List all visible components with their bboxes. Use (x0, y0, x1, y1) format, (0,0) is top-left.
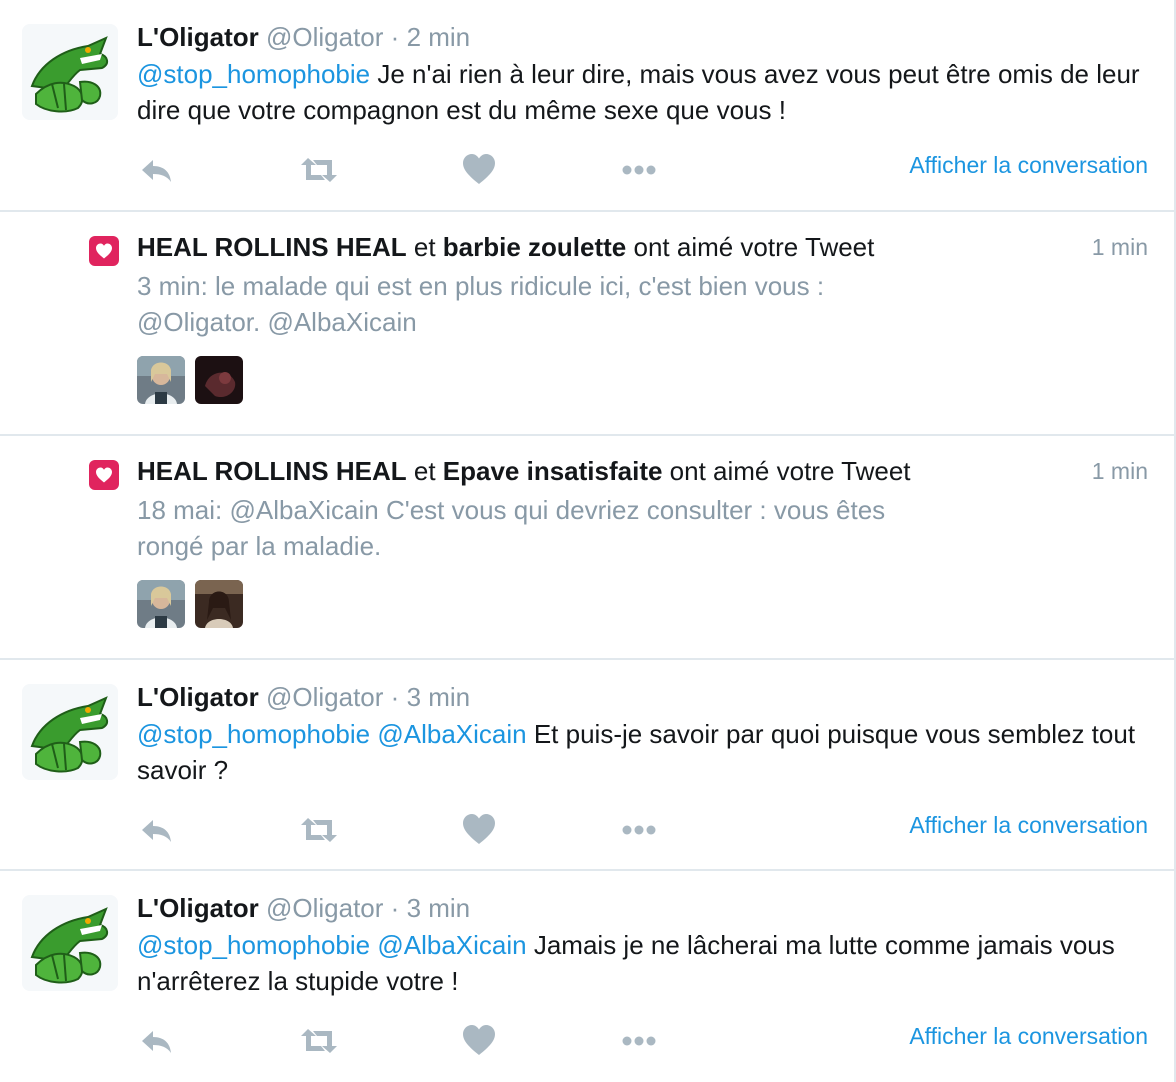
tweet-body: L'Oligator @Oligator · 2 min @stop_homop… (137, 20, 1148, 128)
notification-header: HEAL ROLLINS HEAL et barbie zoulette ont… (137, 230, 1054, 264)
tweet-header: L'Oligator @Oligator · 3 min (137, 891, 1148, 925)
avatar[interactable] (195, 580, 243, 628)
notification-action: ont aimé votre Tweet (662, 456, 911, 486)
crocodile-avatar[interactable] (22, 895, 118, 991)
timestamp[interactable]: 2 min (407, 22, 471, 52)
timestamp[interactable]: 3 min (407, 893, 471, 923)
liked-tweet-preview[interactable]: 3 min: le malade qui est en plus ridicul… (137, 268, 1054, 340)
timestamp[interactable]: 1 min (1092, 234, 1148, 261)
preview-line: 18 mai: @AlbaXicain C'est vous qui devri… (137, 495, 886, 525)
fullname[interactable]: L'Oligator (137, 22, 259, 52)
notification-body: HEAL ROLLINS HEAL et barbie zoulette ont… (137, 230, 1054, 340)
show-conversation-link[interactable]: Afficher la conversation (909, 1023, 1148, 1050)
avatar[interactable] (137, 580, 185, 628)
liked-tweet-preview[interactable]: 18 mai: @AlbaXicain C'est vous qui devri… (137, 492, 1054, 564)
tweet-actions: Afficher la conversation (137, 810, 1148, 850)
mention-link[interactable]: @stop_homophobie (137, 59, 370, 89)
conjunction: et (406, 456, 443, 486)
mention-link[interactable]: @AlbaXicain (377, 930, 526, 960)
avatar[interactable] (195, 356, 243, 404)
crocodile-avatar[interactable] (22, 684, 118, 780)
tweet-text: @stop_homophobie @AlbaXicain Et puis-je … (137, 716, 1148, 788)
fullname[interactable]: L'Oligator (137, 682, 259, 712)
liker-name[interactable]: Epave insatisfaite (443, 456, 663, 486)
reply-icon[interactable] (137, 150, 177, 190)
like-notification[interactable]: HEAL ROLLINS HEAL et Epave insatisfaite … (0, 436, 1174, 660)
more-icon[interactable] (619, 810, 659, 850)
timestamp[interactable]: 3 min (407, 682, 471, 712)
separator-dot: · (390, 893, 400, 923)
preview-line: rongé par la maladie. (137, 531, 382, 561)
tweet-item[interactable]: L'Oligator @Oligator · 3 min @stop_homop… (0, 871, 1174, 1082)
tweet-item[interactable]: L'Oligator @Oligator · 2 min @stop_homop… (0, 0, 1174, 212)
username[interactable]: @Oligator (266, 682, 383, 712)
heart-icon (89, 460, 119, 490)
tweet-item[interactable]: L'Oligator @Oligator · 3 min @stop_homop… (0, 660, 1174, 871)
show-conversation-link[interactable]: Afficher la conversation (909, 152, 1148, 179)
retweet-icon[interactable] (299, 1021, 339, 1061)
reply-icon[interactable] (137, 810, 177, 850)
fullname[interactable]: L'Oligator (137, 893, 259, 923)
separator-dot: · (390, 682, 400, 712)
conjunction: et (406, 232, 443, 262)
timestamp[interactable]: 1 min (1092, 458, 1148, 485)
tweet-actions: Afficher la conversation (137, 1021, 1148, 1061)
liker-name[interactable]: barbie zoulette (443, 232, 626, 262)
like-icon[interactable] (459, 1021, 499, 1061)
tweet-text: @stop_homophobie @AlbaXicain Jamais je n… (137, 927, 1148, 999)
like-icon[interactable] (459, 150, 499, 190)
separator-dot: · (390, 22, 400, 52)
tweet-body: L'Oligator @Oligator · 3 min @stop_homop… (137, 891, 1148, 999)
more-icon[interactable] (619, 150, 659, 190)
retweet-icon[interactable] (299, 150, 339, 190)
username[interactable]: @Oligator (266, 893, 383, 923)
preview-line: @Oligator. @AlbaXicain (137, 307, 417, 337)
mention-link[interactable]: @AlbaXicain (377, 719, 526, 749)
reply-icon[interactable] (137, 1021, 177, 1061)
crocodile-avatar[interactable] (22, 24, 118, 120)
mention-link[interactable]: @stop_homophobie (137, 719, 370, 749)
tweet-header: L'Oligator @Oligator · 2 min (137, 20, 1148, 54)
username[interactable]: @Oligator (266, 22, 383, 52)
preview-line: 3 min: le malade qui est en plus ridicul… (137, 271, 825, 301)
heart-icon (89, 236, 119, 266)
mention-link[interactable]: @stop_homophobie (137, 930, 370, 960)
retweet-icon[interactable] (299, 810, 339, 850)
notifications-feed: L'Oligator @Oligator · 2 min @stop_homop… (0, 0, 1176, 1082)
like-icon[interactable] (459, 810, 499, 850)
notification-action: ont aimé votre Tweet (626, 232, 875, 262)
tweet-actions: Afficher la conversation (137, 150, 1148, 190)
tweet-header: L'Oligator @Oligator · 3 min (137, 680, 1148, 714)
notification-header: HEAL ROLLINS HEAL et Epave insatisfaite … (137, 454, 1054, 488)
avatar[interactable] (137, 356, 185, 404)
liker-name[interactable]: HEAL ROLLINS HEAL (137, 232, 407, 262)
tweet-body: L'Oligator @Oligator · 3 min @stop_homop… (137, 680, 1148, 788)
tweet-text: @stop_homophobie Je n'ai rien à leur dir… (137, 56, 1148, 128)
liker-name[interactable]: HEAL ROLLINS HEAL (137, 456, 407, 486)
like-notification[interactable]: HEAL ROLLINS HEAL et barbie zoulette ont… (0, 212, 1174, 436)
more-icon[interactable] (619, 1021, 659, 1061)
notification-body: HEAL ROLLINS HEAL et Epave insatisfaite … (137, 454, 1054, 564)
show-conversation-link[interactable]: Afficher la conversation (909, 812, 1148, 839)
